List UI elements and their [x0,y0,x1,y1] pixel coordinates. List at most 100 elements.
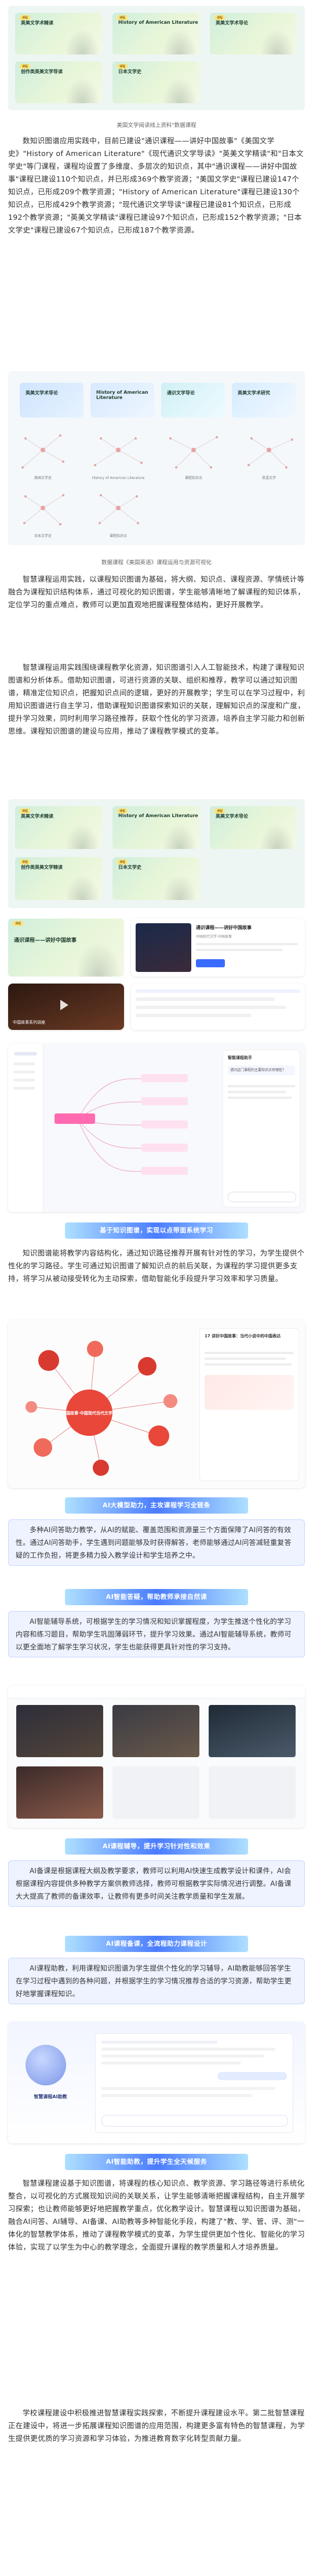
course-tile[interactable]: History of American Literature [90,383,154,418]
course-tile[interactable]: 课程 History of American Literature [112,13,199,55]
section-title: AI大模型助力，主攻课程学习全链条 [102,1501,211,1509]
assistant-chat-window [95,2033,293,2133]
figure-caption: 美国文学阅读线上资料"数据课程 [117,122,196,129]
course-tile[interactable]: 课程 英美文学术精读 [15,806,102,849]
course-detail-screenshot: 通识课程——讲好中国故事 中国现代文学·中国故事 [131,919,305,977]
tile-title: History of American Literature [118,20,198,25]
tile-title: 日本文学史 [118,865,141,870]
video-thumb[interactable] [209,1705,296,1757]
ai-assistant-screenshot: 智慧课程AI助教 [8,2022,305,2143]
tile-title: 英美文学术导论 [216,814,248,819]
section-title-bar: AI课程辅导，提升学习针对性和效果 [65,1838,248,1855]
graph-thumb-label: History of American Literature [92,476,145,480]
section-title: 基于知识图谱，实现以点带面系统学习 [100,1227,213,1234]
mindmap-canvas [54,1074,188,1175]
tile-title: 英美文学术导论 [216,20,248,26]
course-tile[interactable]: 英美文学术研究 [232,383,296,418]
video-grid-screenshot [8,1685,305,1828]
course-tile[interactable]: 课程 英美文学术导论 [210,13,297,55]
section-title: AI课程备课，全流程助力课程设计 [105,1940,208,1947]
section-title: AI课程辅导，提升学习针对性和效果 [102,1842,211,1850]
course-tile[interactable]: 课程 日本文学史 [112,857,199,900]
tile-title: 创作类英美文学精读 [21,865,63,870]
video-thumb[interactable] [112,1705,199,1757]
assistant-title: 智慧课程AI助教 [34,2094,67,2099]
resource-list-screenshot [131,984,305,1030]
tile-title: 英美文学术精读 [21,814,53,819]
mindmap-app-screenshot: 智能课程助手 请问这门课程的主要知识点有哪些？ [8,1044,305,1212]
figure-caption: 数据课程《美国英语》课程运用与资源可视化 [101,560,212,566]
tile-title: 英美文学术精读 [21,20,53,26]
highlight-box: AI智能辅导系统，可根据学生的学习情况和知识掌握程度，为学生推送个性化的学习内容… [8,1611,305,1657]
course-tile[interactable]: 英美文学术导论 [20,383,83,418]
paragraph: AI备课是根据课程大纲及教学要求，教师可以利用AI快速生成教学设计和课件，AI会… [16,1867,292,1900]
knowledge-graph-thumbnails: 美国文学史 History of American Literature 课程知… [21,434,293,538]
highlight-box: 多种AI问答助力教学，从AI的赋能、覆盖范围和资源量三个方面保障了AI问答的有效… [8,1519,305,1566]
course-tile[interactable]: 课程 History of American Literature [112,806,199,849]
tile-title: History of American Literature [118,813,198,818]
section-title-bar: AI智能助教，提升学生全天候服务 [65,2154,248,2170]
course-header: 通识课程——讲好中国故事 [196,925,252,930]
tile-title: 通识文学导论 [167,390,195,396]
video-caption: 中国故事系列讲座 [13,1020,45,1025]
course-cover [136,923,191,972]
assistant-avatar [26,2045,66,2085]
course-subtitle: 中国现代文学·中国故事 [196,935,232,939]
kg-detail-title: 17 讲好中国故事：当代小说中的中国表达 [205,1334,281,1338]
kg-canvas: 国故事·中国现代当代文学 [26,1341,177,1476]
section-title: AI智能助教，提升学生全天候服务 [105,2158,208,2165]
tile-title: 日本文学史 [118,69,141,74]
chat-title: 智能课程助手 [228,1055,252,1060]
graph-thumb-label: 美国文学史 [34,476,52,480]
tile-pill: 课程 [13,921,24,926]
video-thumb[interactable] [16,1705,103,1757]
paragraph: 知识图谱能将教学内容结构化，通过知识路径推荐开展有针对性的学习，为学生提供个性化… [8,1249,305,1283]
graph-thumb-label: 日本文学史 [34,534,52,538]
graph-thumb-label: 课程知识点 [110,534,127,538]
section-title: AI智能答疑，帮助教师承接自然课 [105,1593,208,1601]
course-tiles-screenshot-3: 课程 英美文学术精读 课程 History of American Literatu… [8,799,305,908]
knowledge-graph-screenshot: 国故事·中国现代当代文学 17 讲好中国故事：当代小说中的中国表达 [8,1320,305,1488]
paragraph: AI智能辅导系统，可根据学生的学习情况和知识掌握程度，为学生推送个性化的学习内容… [16,1617,292,1651]
assistant-input[interactable] [101,2115,288,2127]
course-tile[interactable]: 课程 创作类英美文学导读 [15,61,102,103]
course-feature-tile[interactable]: 课程 通识课程——讲好中国故事 [8,919,124,977]
paragraph: 智慧课程建设基于知识图谱，将课程的核心知识点、教学资源、学习路径等进行系统化整合… [8,2179,305,2251]
course-tile[interactable]: 课程 英美文学术导论 [210,806,297,849]
tile-title: 通识课程——讲好中国故事 [14,938,77,944]
section-title-bar: 基于知识图谱，实现以点带面系统学习 [65,1222,248,1239]
course-tiles-screenshot-2: 英美文学术导论 History of American Literature 通… [8,371,305,545]
video-thumb[interactable] [16,1766,103,1819]
chat-panel: 智能课程助手 请问这门课程的主要知识点有哪些？ [223,1050,300,1207]
paragraph: 数知识图谱应用实践中，目前已建设"通识课程——讲好中国故事"《美国文学史》"Hi… [8,136,304,234]
tile-title: History of American Literature [96,390,148,400]
tile-title: 英美文学术导论 [26,390,58,396]
kg-detail-panel: 17 讲好中国故事：当代小说中的中国表达 [199,1328,299,1481]
paragraph: 智慧课程运用实践，以课程知识图谱为基础，将大纲、知识点、课程资源、学情统计等融合… [8,575,305,609]
app-sidebar [8,1044,43,1212]
course-tile[interactable]: 课程 日本文学史 [112,61,199,103]
paragraph: 智慧课程运用实践围绕课程教学化资源，知识图谱引入人工智能技术，构建了课程知识图谱… [8,663,305,735]
kg-center-label: 国故事·中国现代当代文学 [66,1410,112,1416]
course-tiles-screenshot-1: 课程 英美文学术精读 课程 History of American Literatu… [8,6,305,110]
start-button[interactable] [196,959,225,967]
course-tile[interactable]: 课程 创作类英美文学精读 [15,857,102,900]
video-card[interactable]: 中国故事系列讲座 [8,984,124,1030]
highlight-box: AI课程助教，利用课程知识图谱为学生提供个性化的学习辅导，AI助教能够回答学生在… [8,1958,305,2004]
article-page: 课程 英美文学术精读 课程 History of American Literatu… [0,0,313,2576]
paragraph: 多种AI问答助力教学，从AI的赋能、覆盖范围和资源量三个方面保障了AI问答的有效… [16,1526,292,1559]
highlight-box: AI备课是根据课程大纲及教学要求，教师可以利用AI快速生成教学设计和课件，AI会… [8,1860,305,1907]
tile-title: 创作类英美文学导读 [21,69,63,74]
graph-thumb-label: 英语文学 [262,476,276,480]
play-icon[interactable] [60,1000,68,1010]
section-title-bar: AI大模型助力，主攻课程学习全链条 [65,1497,248,1514]
paragraph: 学校课程建设中积极推进智慧课程实践探索，不断提升课程建设水平。第二批智慧课程正在… [8,2408,305,2443]
tile-title: 英美文学术研究 [238,390,270,396]
course-tile[interactable]: 课程 英美文学术精读 [15,13,102,55]
section-title-bar: AI智能答疑，帮助教师承接自然课 [65,1589,248,1605]
paragraph: AI课程助教，利用课程知识图谱为学生提供个性化的学习辅导，AI助教能够回答学生在… [16,1964,292,1998]
section-title-bar: AI课程备课，全流程助力课程设计 [65,1936,248,1952]
graph-thumb-label: 课程知识点 [185,476,202,480]
chat-input[interactable] [228,1192,296,1202]
course-tile[interactable]: 通识文学导论 [161,383,225,418]
